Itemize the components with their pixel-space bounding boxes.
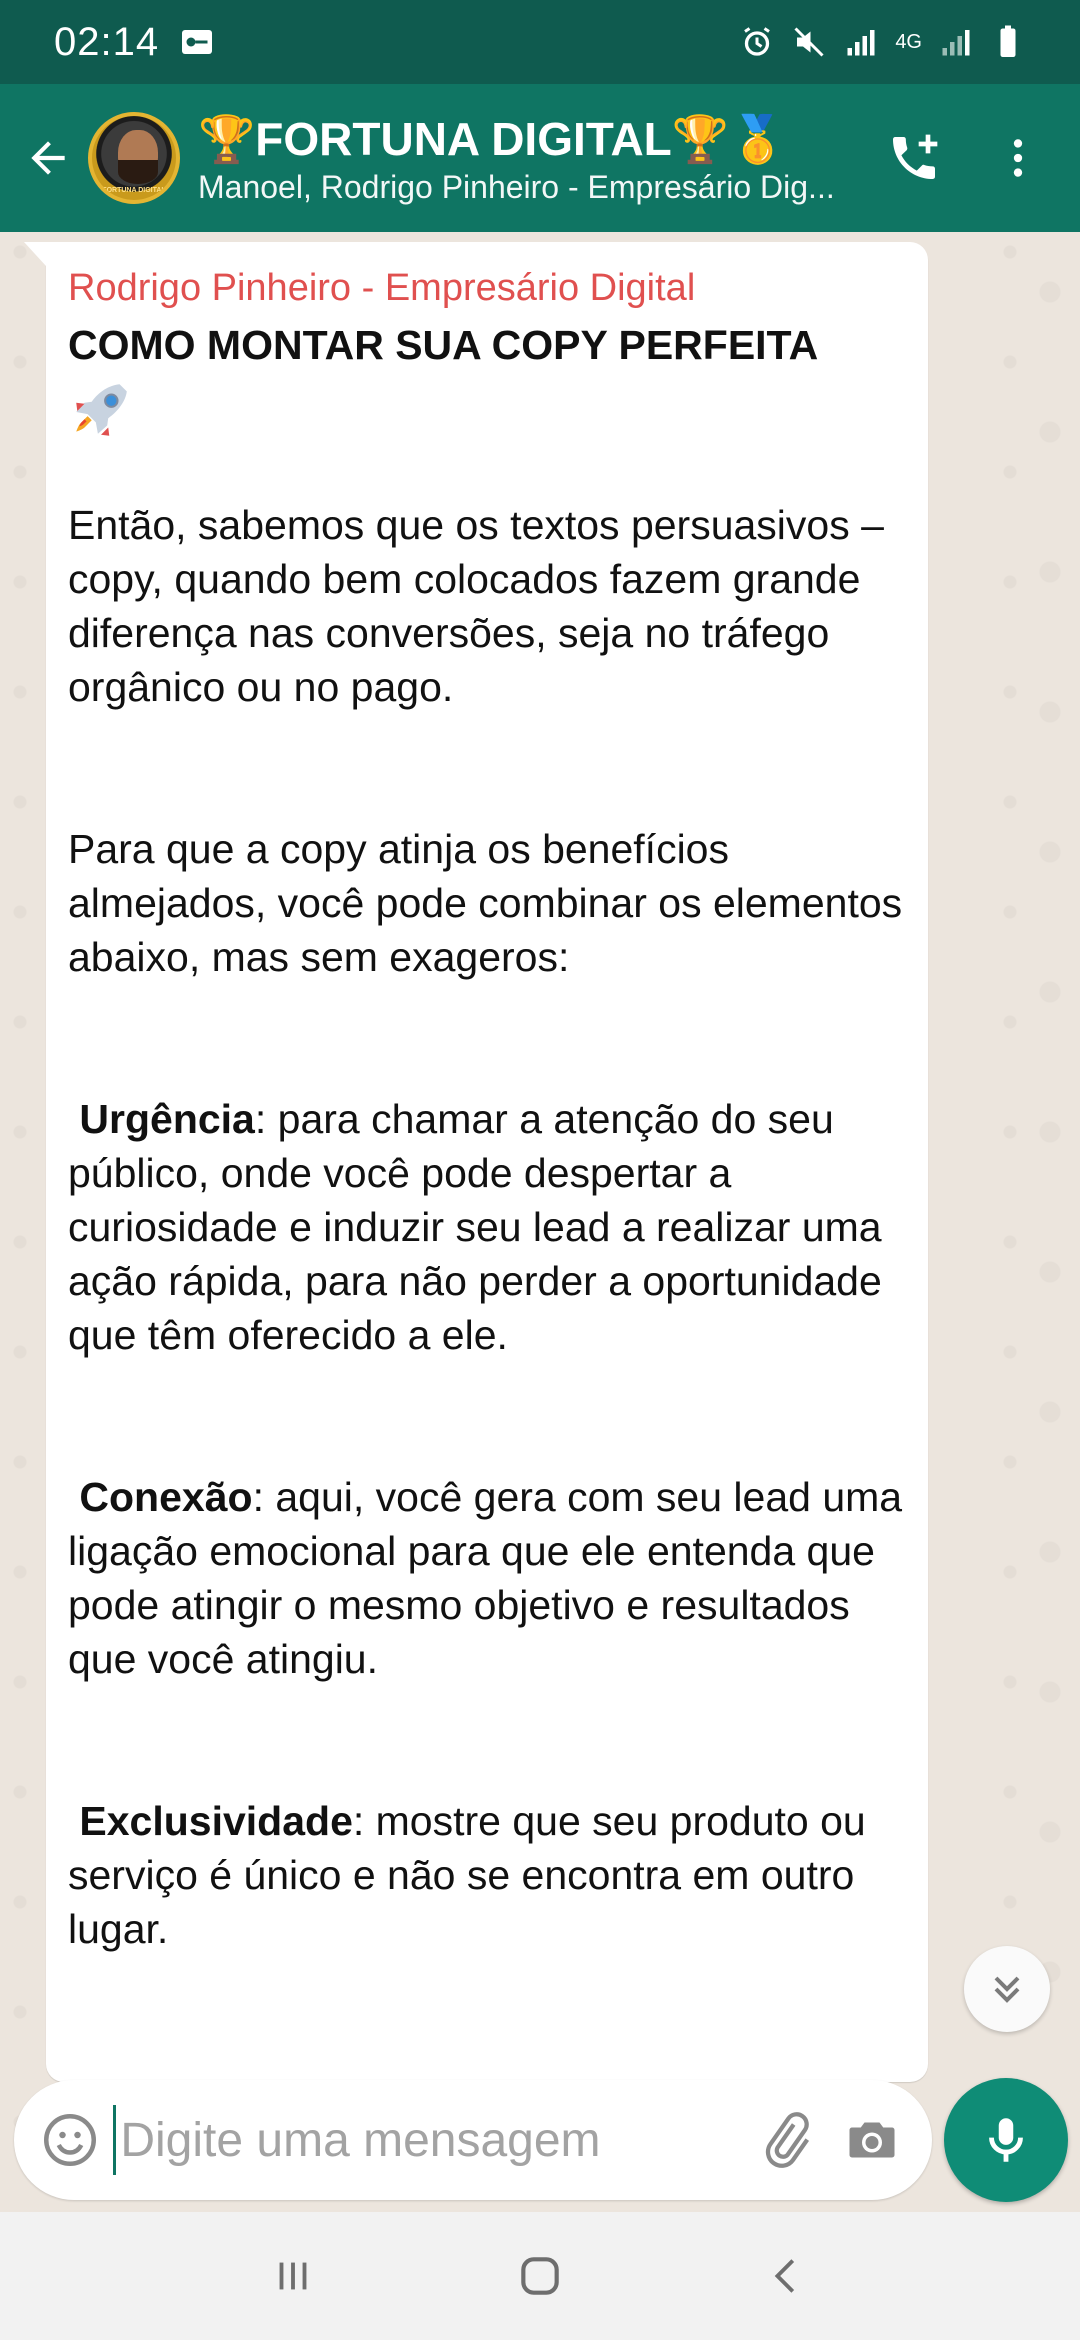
home-button[interactable] — [495, 2231, 585, 2321]
paragraph-intro: Então, sabemos que os textos persuasivos… — [68, 502, 884, 710]
camera-icon — [849, 2122, 895, 2158]
item-exclusividade-label: Exclusividade — [79, 1798, 353, 1844]
message-input[interactable] — [113, 2105, 742, 2175]
back-nav-button[interactable] — [742, 2231, 832, 2321]
scroll-to-bottom-button[interactable] — [964, 1946, 1050, 2032]
signal-icon-2 — [942, 30, 970, 56]
recent-apps-button[interactable] — [248, 2231, 338, 2321]
chat-header: FORTUNA DIGITAL 🏆FORTUNA DIGITAL🏆🥇 Manoe… — [0, 84, 1080, 232]
system-navigation-bar — [0, 2212, 1080, 2340]
group-avatar[interactable]: FORTUNA DIGITAL — [88, 112, 180, 204]
message-bubble[interactable]: Rodrigo Pinheiro - Empresário Digital CO… — [24, 242, 928, 2082]
item-conexao: Conexão: aqui, você gera com seu lead um… — [68, 1470, 906, 1686]
paperclip-icon — [765, 2112, 809, 2168]
group-participants: Manoel, Rodrigo Pinheiro - Empresário Di… — [198, 168, 835, 205]
chat-area[interactable]: Rodrigo Pinheiro - Empresário Digital CO… — [0, 232, 1080, 2212]
item-conexao-label: Conexão — [79, 1474, 253, 1520]
group-title: 🏆FORTUNA DIGITAL🏆🥇 — [198, 112, 787, 165]
mute-icon — [794, 27, 824, 57]
add-call-button[interactable] — [882, 126, 946, 190]
message-title: COMO MONTAR SUA COPY PERFEITA — [68, 322, 819, 368]
alarm-icon — [744, 27, 771, 56]
home-icon — [521, 2257, 559, 2295]
message-sender: Rodrigo Pinheiro - Empresário Digital — [68, 267, 696, 309]
signal-icon — [847, 30, 875, 56]
item-urgencia-label: Urgência — [79, 1096, 255, 1142]
voice-message-button[interactable] — [944, 2078, 1068, 2202]
back-button[interactable] — [8, 84, 88, 232]
microphone-icon — [989, 2118, 1023, 2162]
message-composer — [14, 2080, 932, 2200]
more-options-button[interactable] — [986, 126, 1050, 190]
item-exclusividade: Exclusividade: mostre que seu produto ou… — [68, 1794, 906, 1956]
item-urgencia: Urgência: para chamar a atenção do seu p… — [68, 1092, 906, 1362]
status-bar: 02:14 4G — [0, 0, 1080, 84]
camera-button[interactable] — [829, 2080, 916, 2200]
arrow-left-icon — [31, 141, 65, 175]
more-vert-icon — [1013, 139, 1023, 177]
chat-info[interactable]: 🏆FORTUNA DIGITAL🏆🥇 Manoel, Rodrigo Pinhe… — [198, 111, 882, 206]
smiley-icon — [43, 2114, 96, 2166]
battery-icon — [1000, 25, 1016, 57]
phone-plus-icon — [893, 134, 938, 179]
attach-button[interactable] — [741, 2080, 828, 2200]
network-type: 4G — [895, 31, 922, 53]
recents-icon — [279, 2262, 307, 2290]
emoji-button[interactable] — [26, 2080, 113, 2200]
clock: 02:14 — [54, 19, 160, 64]
key-notification-icon — [182, 30, 213, 54]
rocket-icon — [76, 384, 127, 436]
paragraph-combine: Para que a copy atinja os benefícios alm… — [68, 826, 903, 980]
chevron-left-icon — [774, 2259, 794, 2293]
double-chevron-down-icon — [994, 1976, 1020, 2003]
message-body: COMO MONTAR SUA COPY PERFEITA Então, sab… — [68, 318, 906, 1956]
